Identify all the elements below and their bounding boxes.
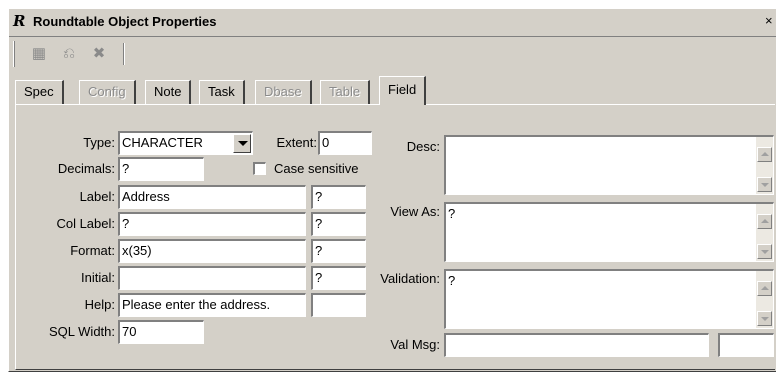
label-sa-input[interactable]: ? [311,185,366,209]
case-sensitive-checkbox[interactable] [253,162,266,175]
scroll-down-icon[interactable] [757,177,772,192]
format-input[interactable]: x(35) [118,239,306,263]
val-msg-label: Val Msg: [390,337,440,352]
initial-label: Initial: [81,270,115,285]
help-label: Help: [84,297,115,312]
tab-dbase: Dbase [255,80,312,104]
format-sa-input[interactable]: ? [311,239,366,263]
help-sa-input[interactable] [311,293,366,317]
field-panel: Type: CHARACTER Extent: 0 Decimals: ? Ca… [15,104,775,370]
tab-table: Table [320,80,371,104]
initial-input[interactable] [118,266,306,290]
view-as-scrollbar[interactable] [756,204,773,261]
tab-config: Config [79,80,136,104]
validation-label: Validation: [380,271,440,286]
sql-width-input[interactable]: 70 [118,320,204,344]
scroll-up-icon[interactable] [757,214,772,229]
extent-input[interactable]: 0 [318,131,372,155]
properties-window: R Roundtable Object Properties × ▦ ⎌ ✖ S… [8,8,776,372]
case-sensitive-label: Case sensitive [274,161,359,176]
format-label: Format: [70,243,115,258]
undo-icon[interactable]: ⎌ [57,43,81,65]
col-label-label: Col Label: [56,216,115,231]
type-label: Type: [83,135,115,150]
sql-width-label: SQL Width: [49,324,115,339]
close-button[interactable]: × [765,13,776,29]
scroll-up-icon[interactable] [757,147,772,162]
help-input[interactable]: Please enter the address. [118,293,306,317]
delete-icon[interactable]: ✖ [87,43,111,65]
col-label-input[interactable]: ? [118,212,306,236]
col-label-sa-input[interactable]: ? [311,212,366,236]
validation-scrollbar[interactable] [756,271,773,328]
type-value: CHARACTER [122,135,203,150]
toolbar-separator [123,43,125,65]
extent-label: Extent: [276,135,317,150]
tab-spec[interactable]: Spec [15,80,64,104]
desc-label: Desc: [406,139,440,154]
roundtable-logo-icon: R [13,12,26,30]
view-as-editor[interactable]: ? [444,202,774,262]
validation-value: ? [448,273,456,288]
type-combobox[interactable]: CHARACTER [118,131,253,155]
view-as-label: View As: [390,204,440,219]
view-as-value: ? [448,206,456,221]
label-label: Label: [79,189,115,204]
desc-editor[interactable] [444,135,774,195]
tab-task[interactable]: Task [199,80,245,104]
val-msg-sa-input[interactable] [718,333,774,357]
val-msg-input[interactable] [444,333,709,357]
tab-note[interactable]: Note [145,80,192,104]
chevron-down-icon[interactable] [233,134,251,153]
initial-sa-input[interactable]: ? [311,266,366,290]
desc-scrollbar[interactable] [756,137,773,194]
tab-strip: Spec Config Note Task Dbase Table Field [15,76,775,105]
tab-field[interactable]: Field [379,76,427,105]
toolbar-grip[interactable] [13,41,15,67]
window-title: Roundtable Object Properties [33,14,217,29]
decimals-input[interactable]: ? [118,157,204,181]
validation-editor[interactable]: ? [444,269,774,329]
scroll-up-icon[interactable] [757,281,772,296]
scroll-down-icon[interactable] [757,244,772,259]
title-bar[interactable]: R Roundtable Object Properties × [9,9,776,35]
decimals-label: Decimals: [57,161,115,176]
grid-save-icon[interactable]: ▦ [27,43,51,65]
label-input[interactable]: Address [118,185,306,209]
toolbar: ▦ ⎌ ✖ [9,36,776,70]
scroll-down-icon[interactable] [757,311,772,326]
